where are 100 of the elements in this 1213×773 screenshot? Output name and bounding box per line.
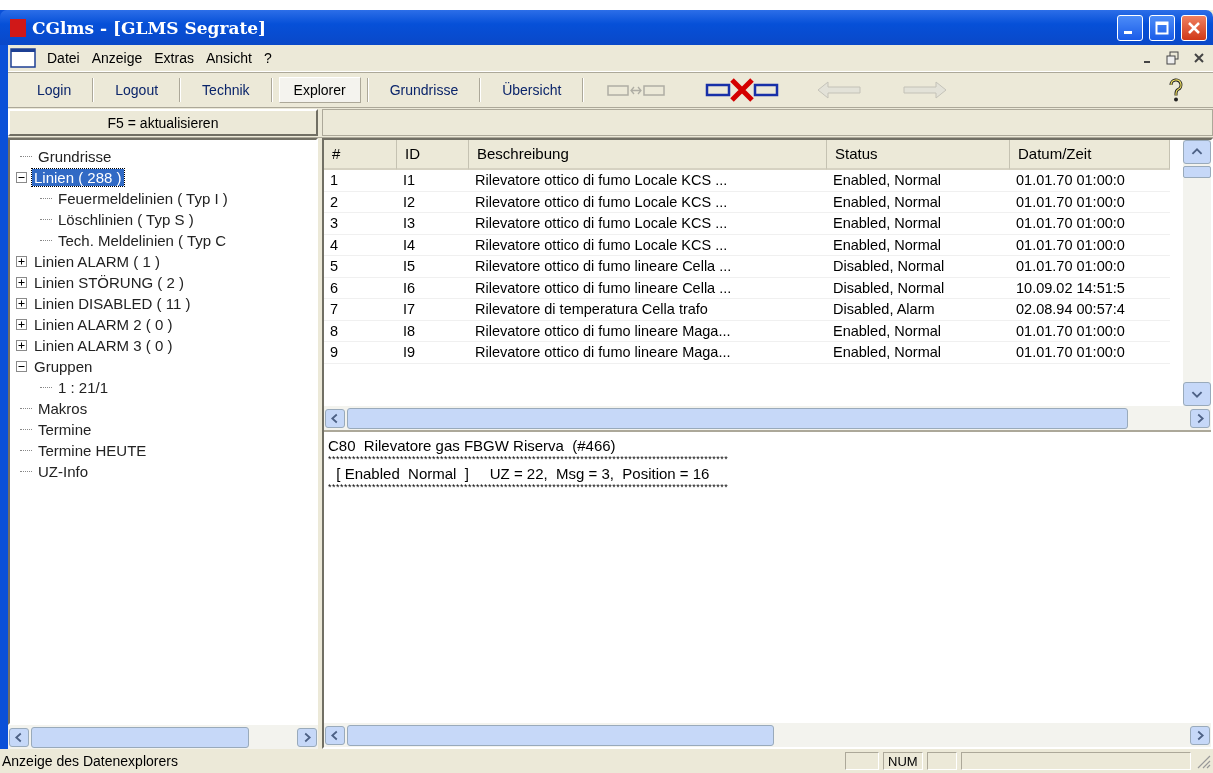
table-cell: 7 xyxy=(324,299,397,321)
horizontal-scrollbar[interactable] xyxy=(324,406,1211,430)
details-text: **************************************************************************************************** xyxy=(328,456,730,464)
column-header[interactable]: Status xyxy=(827,140,1010,170)
window-title: CGlms - [GLMS Segrate] xyxy=(32,17,267,38)
toolbar-button[interactable]: Übersicht xyxy=(487,77,577,103)
table-cell: 02.08.94 00:57:4 xyxy=(1010,299,1170,321)
status-text: Anzeige des Datenexplorers xyxy=(1,753,178,769)
status-panel xyxy=(927,752,957,770)
tree-item[interactable]: Linien ( 288 ) xyxy=(32,169,124,186)
table-cell: Rilevatore di temperatura Cella trafo xyxy=(469,299,827,321)
minimize-icon xyxy=(1123,30,1132,34)
scroll-left-icon[interactable] xyxy=(325,725,345,745)
expander-icon[interactable] xyxy=(16,298,27,309)
tree-item[interactable]: Löschlinien ( Typ S ) xyxy=(56,211,196,228)
table-cell: 2 xyxy=(324,191,397,213)
scroll-right-icon[interactable] xyxy=(1190,408,1210,428)
toolbar-button[interactable]: Explorer xyxy=(278,77,361,103)
tree-item[interactable]: Feuermeldelinien ( Typ I ) xyxy=(56,190,230,207)
scroll-right-icon[interactable] xyxy=(297,727,317,747)
minimize-button[interactable] xyxy=(1117,14,1143,41)
tree-item[interactable]: Grundrisse xyxy=(36,148,114,165)
scroll-left-icon[interactable] xyxy=(325,408,345,428)
toolbar-button[interactable]: Grundrisse xyxy=(374,77,474,103)
column-header[interactable]: ID xyxy=(397,140,469,170)
table-cell: 10.09.02 14:51:5 xyxy=(1010,277,1170,299)
horizontal-scrollbar[interactable] xyxy=(324,723,1211,747)
menu-item[interactable]: Ansicht xyxy=(204,50,253,66)
horizontal-scrollbar[interactable] xyxy=(8,725,318,749)
menu-item[interactable]: Datei xyxy=(46,50,81,66)
column-header[interactable]: Beschreibung xyxy=(469,140,827,170)
table-cell: Enabled, Normal xyxy=(827,191,1010,213)
table-cell: Rilevatore ottico di fumo lineare Maga... xyxy=(469,342,827,364)
table-cell: Rilevatore ottico di fumo lineare Maga... xyxy=(469,320,827,342)
table-cell: Enabled, Normal xyxy=(827,342,1010,364)
tree-item[interactable]: 1 : 21/1 xyxy=(56,379,111,396)
tree-item[interactable]: Linien STÖRUNG ( 2 ) xyxy=(32,274,187,291)
table-cell: 01.01.70 01:00:0 xyxy=(1010,342,1170,364)
table-cell: I4 xyxy=(397,234,469,256)
tree-item[interactable]: Termine xyxy=(36,421,94,438)
table-cell: 8 xyxy=(324,320,397,342)
table-cell: 01.01.70 01:00:0 xyxy=(1010,213,1170,235)
scroll-up-icon[interactable] xyxy=(1183,140,1211,164)
tree-item[interactable]: UZ-Info xyxy=(36,463,90,480)
table-cell: I1 xyxy=(397,170,469,192)
details-text: [ Enabled Normal ] UZ = 22, Msg = 3, Position = 16 xyxy=(335,464,711,484)
table-cell: Rilevatore ottico di fumo Locale KCS ... xyxy=(469,191,827,213)
refresh-button[interactable]: F5 = aktualisieren xyxy=(8,109,318,136)
scroll-down-icon[interactable] xyxy=(1183,382,1211,406)
app-icon xyxy=(10,18,26,37)
menu-item[interactable]: ? xyxy=(262,50,273,66)
table-cell: 9 xyxy=(324,342,397,364)
toolbar-button[interactable]: Technik xyxy=(187,77,265,103)
menu-item[interactable]: Anzeige xyxy=(90,50,144,66)
tree-item[interactable]: Makros xyxy=(36,400,90,417)
table-cell: Enabled, Normal xyxy=(827,234,1010,256)
table-cell: I5 xyxy=(397,256,469,278)
tree-item[interactable]: Tech. Meldelinien ( Typ C xyxy=(56,232,229,249)
table-cell: 01.01.70 01:00:0 xyxy=(1010,191,1170,213)
toolbar-button[interactable]: Login xyxy=(22,77,87,103)
expander-icon[interactable] xyxy=(16,256,27,267)
help-icon[interactable] xyxy=(1167,77,1185,103)
expander-icon[interactable] xyxy=(16,340,27,351)
table-cell: I9 xyxy=(397,342,469,364)
scroll-right-icon[interactable] xyxy=(1190,725,1210,745)
close-button[interactable] xyxy=(1181,14,1207,41)
menu-item[interactable]: Extras xyxy=(153,50,195,66)
table-cell: 1 xyxy=(324,170,397,192)
column-header[interactable]: # xyxy=(324,140,397,170)
expander-icon[interactable] xyxy=(16,319,27,330)
resize-grip-icon[interactable] xyxy=(1195,753,1211,769)
table-cell: I3 xyxy=(397,213,469,235)
vertical-scrollbar[interactable] xyxy=(1183,140,1211,406)
table-cell: 3 xyxy=(324,213,397,235)
expander-icon[interactable] xyxy=(16,172,27,183)
table-cell: Disabled, Normal xyxy=(827,256,1010,278)
tree-item[interactable]: Gruppen xyxy=(32,358,95,375)
scroll-thumb[interactable] xyxy=(1183,166,1211,178)
tree-item[interactable]: Linien ALARM ( 1 ) xyxy=(32,253,162,270)
table-cell: Disabled, Normal xyxy=(827,277,1010,299)
table-cell: 01.01.70 01:00:0 xyxy=(1010,320,1170,342)
status-panel xyxy=(845,752,879,770)
table-cell: I6 xyxy=(397,277,469,299)
maximize-button[interactable] xyxy=(1149,14,1175,41)
disconnect-icon[interactable] xyxy=(704,77,781,103)
restore-icon[interactable] xyxy=(1165,50,1181,66)
tree-item[interactable]: Linien ALARM 3 ( 0 ) xyxy=(32,337,175,354)
details-text: C80 Rilevatore gas FBGW Riserva (#466) xyxy=(328,436,617,456)
toolbar-button[interactable]: Logout xyxy=(100,77,174,103)
tree-item[interactable]: Linien DISABLED ( 11 ) xyxy=(32,295,193,312)
tree-item[interactable]: Termine HEUTE xyxy=(36,442,149,459)
tree-item[interactable]: Linien ALARM 2 ( 0 ) xyxy=(32,316,175,333)
table-cell: Rilevatore ottico di fumo Locale KCS ... xyxy=(469,234,827,256)
table-cell: I7 xyxy=(397,299,469,321)
column-header[interactable]: Datum/Zeit xyxy=(1010,140,1170,170)
table-cell: 6 xyxy=(324,277,397,299)
table-cell: Rilevatore ottico di fumo Locale KCS ... xyxy=(469,170,827,192)
scroll-left-icon[interactable] xyxy=(9,727,29,747)
expander-icon[interactable] xyxy=(16,277,27,288)
expander-icon[interactable] xyxy=(16,361,27,372)
